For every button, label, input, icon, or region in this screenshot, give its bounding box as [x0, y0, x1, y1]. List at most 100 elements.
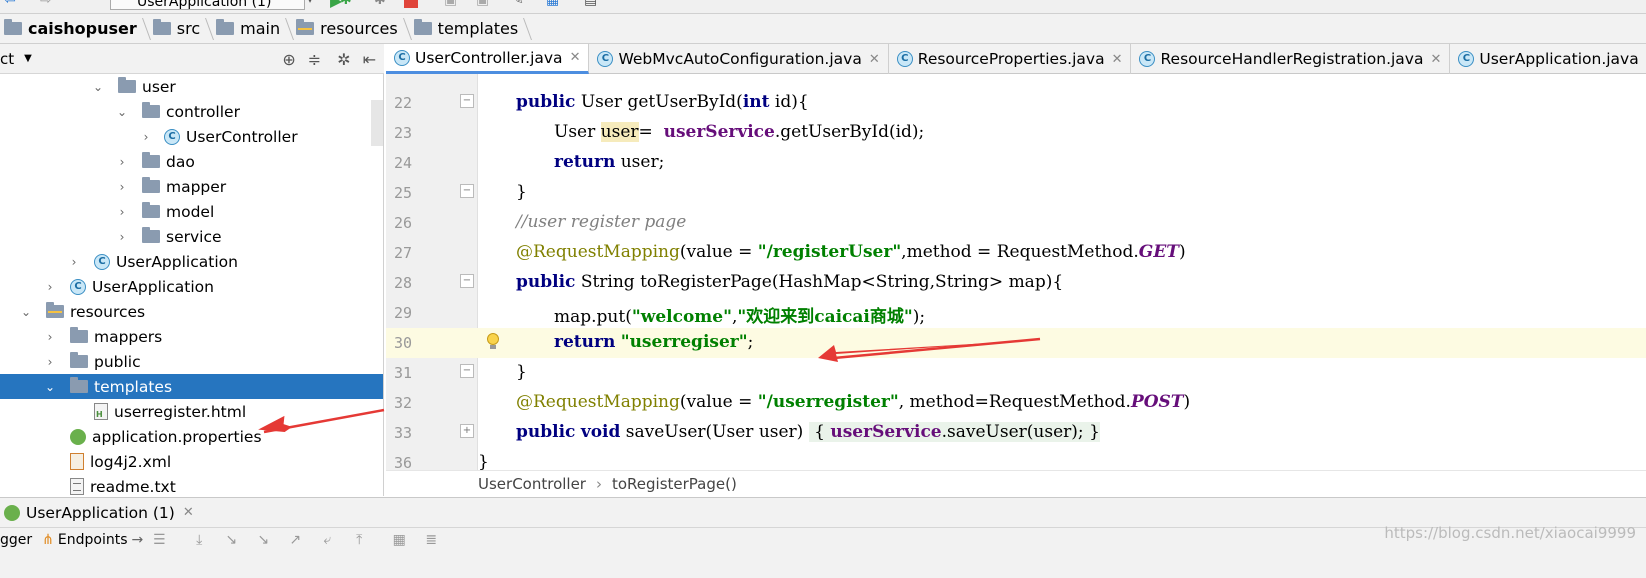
run-configuration-select[interactable]: UserApplication (1): [110, 0, 305, 10]
evaluate-icon[interactable]: ▦: [391, 533, 407, 547]
tree-item-dao[interactable]: › dao: [0, 149, 383, 174]
crumb-method[interactable]: toRegisterPage(): [612, 475, 737, 493]
tree-item-controller[interactable]: ⌄ controller: [0, 99, 383, 124]
tree-item-mapper[interactable]: › mapper: [0, 174, 383, 199]
expand-icon[interactable]: +: [460, 424, 474, 438]
tab-resourcehandlerregistration[interactable]: C ResourceHandlerRegistration.java ✕: [1131, 44, 1451, 74]
close-icon[interactable]: ✕: [183, 505, 194, 520]
step-into-icon[interactable]: ↘: [223, 533, 239, 547]
back-icon[interactable]: ⇦: [4, 0, 22, 8]
tree-item-userapplication-2[interactable]: › C UserApplication: [0, 274, 383, 299]
pin-icon[interactable]: →: [132, 532, 144, 548]
tab-resourceproperties[interactable]: C ResourceProperties.java ✕: [889, 44, 1132, 74]
tree-item-model[interactable]: › model: [0, 199, 383, 224]
chevron-right-icon[interactable]: ›: [116, 231, 128, 243]
force-step-into-icon[interactable]: ↘: [255, 533, 271, 547]
breadcrumb-templates[interactable]: templates: [410, 14, 525, 44]
console-icon[interactable]: ☰: [151, 533, 167, 547]
close-icon[interactable]: ✕: [1430, 52, 1441, 67]
lightbulb-icon[interactable]: [487, 333, 501, 351]
chevron-right-icon[interactable]: ›: [116, 206, 128, 218]
crumb-class[interactable]: UserController: [478, 475, 586, 493]
chevron-down-icon[interactable]: ⌄: [44, 381, 56, 393]
chevron-right-icon[interactable]: ›: [44, 281, 56, 293]
tree-item-service[interactable]: › service: [0, 224, 383, 249]
save-icon[interactable]: ▤: [584, 0, 600, 8]
fold-icon[interactable]: −: [460, 94, 474, 108]
code-line-33[interactable]: 33 + public void saveUser(User user) { u…: [386, 418, 1646, 448]
tree-item-public[interactable]: › public: [0, 349, 383, 374]
fold-icon[interactable]: −: [460, 274, 474, 288]
run-to-cursor-icon[interactable]: ⤒: [351, 533, 367, 547]
breadcrumb-resources[interactable]: resources: [292, 14, 404, 44]
tree-item-mappers[interactable]: › mappers: [0, 324, 383, 349]
tab-usercontroller[interactable]: C UserController.java ✕: [386, 44, 590, 74]
chevron-right-icon[interactable]: ›: [140, 131, 152, 143]
drop-frame-icon[interactable]: ⤶: [319, 533, 335, 547]
code-editor[interactable]: 22 − public User getUserById(int id){ 23…: [386, 74, 1646, 470]
chevron-right-icon[interactable]: ›: [68, 256, 80, 268]
debug-icon[interactable]: ✱: [340, 0, 356, 8]
close-icon[interactable]: ✕: [869, 52, 880, 67]
forward-icon[interactable]: ⇨: [40, 0, 58, 8]
code-line-28[interactable]: 28 − public String toRegisterPage(HashMa…: [386, 268, 1646, 298]
collapse-all-icon[interactable]: ≑: [308, 50, 321, 69]
chevron-down-icon[interactable]: ⌄: [116, 106, 128, 118]
tree-item-user[interactable]: ⌄ user: [0, 74, 383, 99]
step-over-icon[interactable]: ⤓: [191, 533, 207, 547]
tab-debugger[interactable]: gger: [0, 532, 32, 548]
fold-icon[interactable]: −: [460, 184, 474, 198]
chevron-right-icon[interactable]: ›: [44, 331, 56, 343]
trace-icon[interactable]: ≣: [423, 533, 439, 547]
code-line-25[interactable]: 25 − }: [386, 178, 1646, 208]
close-icon[interactable]: ✕: [1112, 52, 1123, 67]
chevron-down-icon[interactable]: ⌄: [20, 306, 32, 318]
gear-icon[interactable]: ✲: [337, 50, 350, 69]
step-out-icon[interactable]: ↗: [287, 533, 303, 547]
tree-item-log4j2-xml[interactable]: log4j2.xml: [0, 449, 383, 474]
tab-endpoints[interactable]: ⋔ Endpoints →: [42, 532, 143, 548]
folder-icon: [142, 102, 160, 118]
tree-item-templates[interactable]: ⌄ templates: [0, 374, 383, 399]
tree-item-readme-txt[interactable]: readme.txt: [0, 474, 383, 496]
hide-panel-icon[interactable]: ⇤: [363, 50, 376, 69]
code-line-30[interactable]: 30 return "userregiser";: [386, 328, 1646, 358]
structure-icon[interactable]: ▦: [546, 0, 562, 8]
settings-icon[interactable]: ✎: [512, 0, 528, 8]
tree-item-userregister-html[interactable]: userregister.html: [0, 399, 383, 424]
code-line-22[interactable]: 22 − public User getUserById(int id){: [386, 88, 1646, 118]
code-line-26[interactable]: 26 //user register page: [386, 208, 1646, 238]
spring-run-icon: [4, 504, 20, 521]
code-line-23[interactable]: 23 User user= userService.getUserById(id…: [386, 118, 1646, 148]
code-line-31[interactable]: 31 − }: [386, 358, 1646, 388]
tree-item-usercontroller[interactable]: › C UserController: [0, 124, 383, 149]
tree-item-userapplication[interactable]: › C UserApplication: [0, 249, 383, 274]
tree-item-application-properties[interactable]: application.properties: [0, 424, 383, 449]
tab-userapplication[interactable]: CUserApplication.java✕: [1450, 44, 1646, 74]
breadcrumb-src[interactable]: src: [149, 14, 206, 44]
close-icon[interactable]: ✕: [570, 50, 581, 65]
code-line-29[interactable]: 29 map.put("welcome","欢迎来到caicai商城");: [386, 298, 1646, 328]
stop-icon[interactable]: [404, 0, 418, 8]
fold-icon[interactable]: −: [460, 364, 474, 378]
code-line-27[interactable]: 27 @RequestMapping(value = "/registerUse…: [386, 238, 1646, 268]
code-line-36[interactable]: 36 }: [386, 448, 1646, 470]
run-tab-userapplication[interactable]: UserApplication (1) ✕: [0, 504, 194, 522]
breadcrumb-main[interactable]: main: [212, 14, 286, 44]
chevron-right-icon[interactable]: ›: [44, 356, 56, 368]
build-icon[interactable]: ▣: [444, 0, 460, 8]
sync-icon[interactable]: ▣: [476, 0, 492, 8]
locate-icon[interactable]: ⊕: [282, 50, 295, 69]
chevron-right-icon[interactable]: ›: [116, 156, 128, 168]
tab-webmvcautoconfiguration[interactable]: C WebMvcAutoConfiguration.java ✕: [589, 44, 889, 74]
chevron-down-icon[interactable]: ⌄: [92, 81, 104, 93]
breadcrumb-project[interactable]: caishopuser: [0, 14, 143, 44]
chevron-down-icon[interactable]: ▾: [307, 0, 321, 8]
coverage-icon[interactable]: ✱: [374, 0, 390, 8]
project-view-title[interactable]: ct: [0, 50, 14, 68]
tree-item-resources[interactable]: ⌄ resources: [0, 299, 383, 324]
code-line-32[interactable]: 32 @RequestMapping(value = "/userregiste…: [386, 388, 1646, 418]
chevron-down-icon[interactable]: ▼: [24, 53, 32, 64]
code-line-24[interactable]: 24 return user;: [386, 148, 1646, 178]
chevron-right-icon[interactable]: ›: [116, 181, 128, 193]
